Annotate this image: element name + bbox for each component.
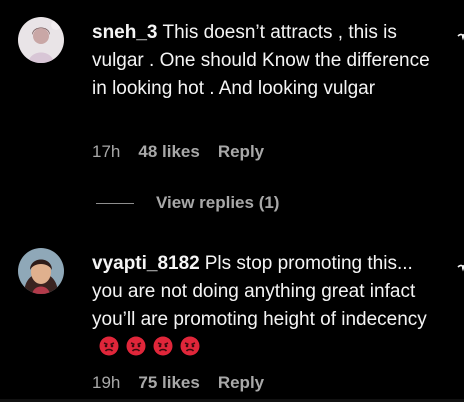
view-replies-divider — [96, 202, 134, 204]
heart-outline-icon[interactable] — [456, 33, 464, 51]
comment-likes[interactable]: 48 likes — [138, 142, 199, 162]
reply-button[interactable]: Reply — [218, 142, 264, 162]
comment-time: 17h — [92, 142, 121, 161]
angry-face-icon — [180, 336, 200, 356]
comment-text-block: vyapti_8182 Pls stop promoting this... yo… — [92, 250, 432, 362]
avatar[interactable] — [18, 248, 64, 294]
comment-text-block: sneh_3 This doesn’t attracts , this is vu… — [92, 19, 432, 103]
comment-likes[interactable]: 75 likes — [138, 373, 199, 393]
avatar[interactable] — [18, 17, 64, 63]
emoji-group — [92, 336, 200, 358]
view-replies-button[interactable]: View replies (1) — [96, 193, 279, 213]
angry-face-icon — [153, 336, 173, 356]
comment-time: 19h — [92, 373, 121, 392]
view-replies-label: View replies (1) — [156, 193, 280, 212]
reply-button[interactable]: Reply — [218, 373, 264, 393]
angry-face-icon — [126, 336, 146, 356]
heart-outline-icon[interactable] — [456, 264, 464, 282]
comment-username[interactable]: sneh_3 — [92, 22, 157, 43]
comment-meta: 17h 48 likes Reply — [92, 142, 264, 162]
comment-meta: 19h 75 likes Reply — [92, 373, 264, 393]
comment-username[interactable]: vyapti_8182 — [92, 253, 200, 274]
angry-face-icon — [99, 336, 119, 356]
